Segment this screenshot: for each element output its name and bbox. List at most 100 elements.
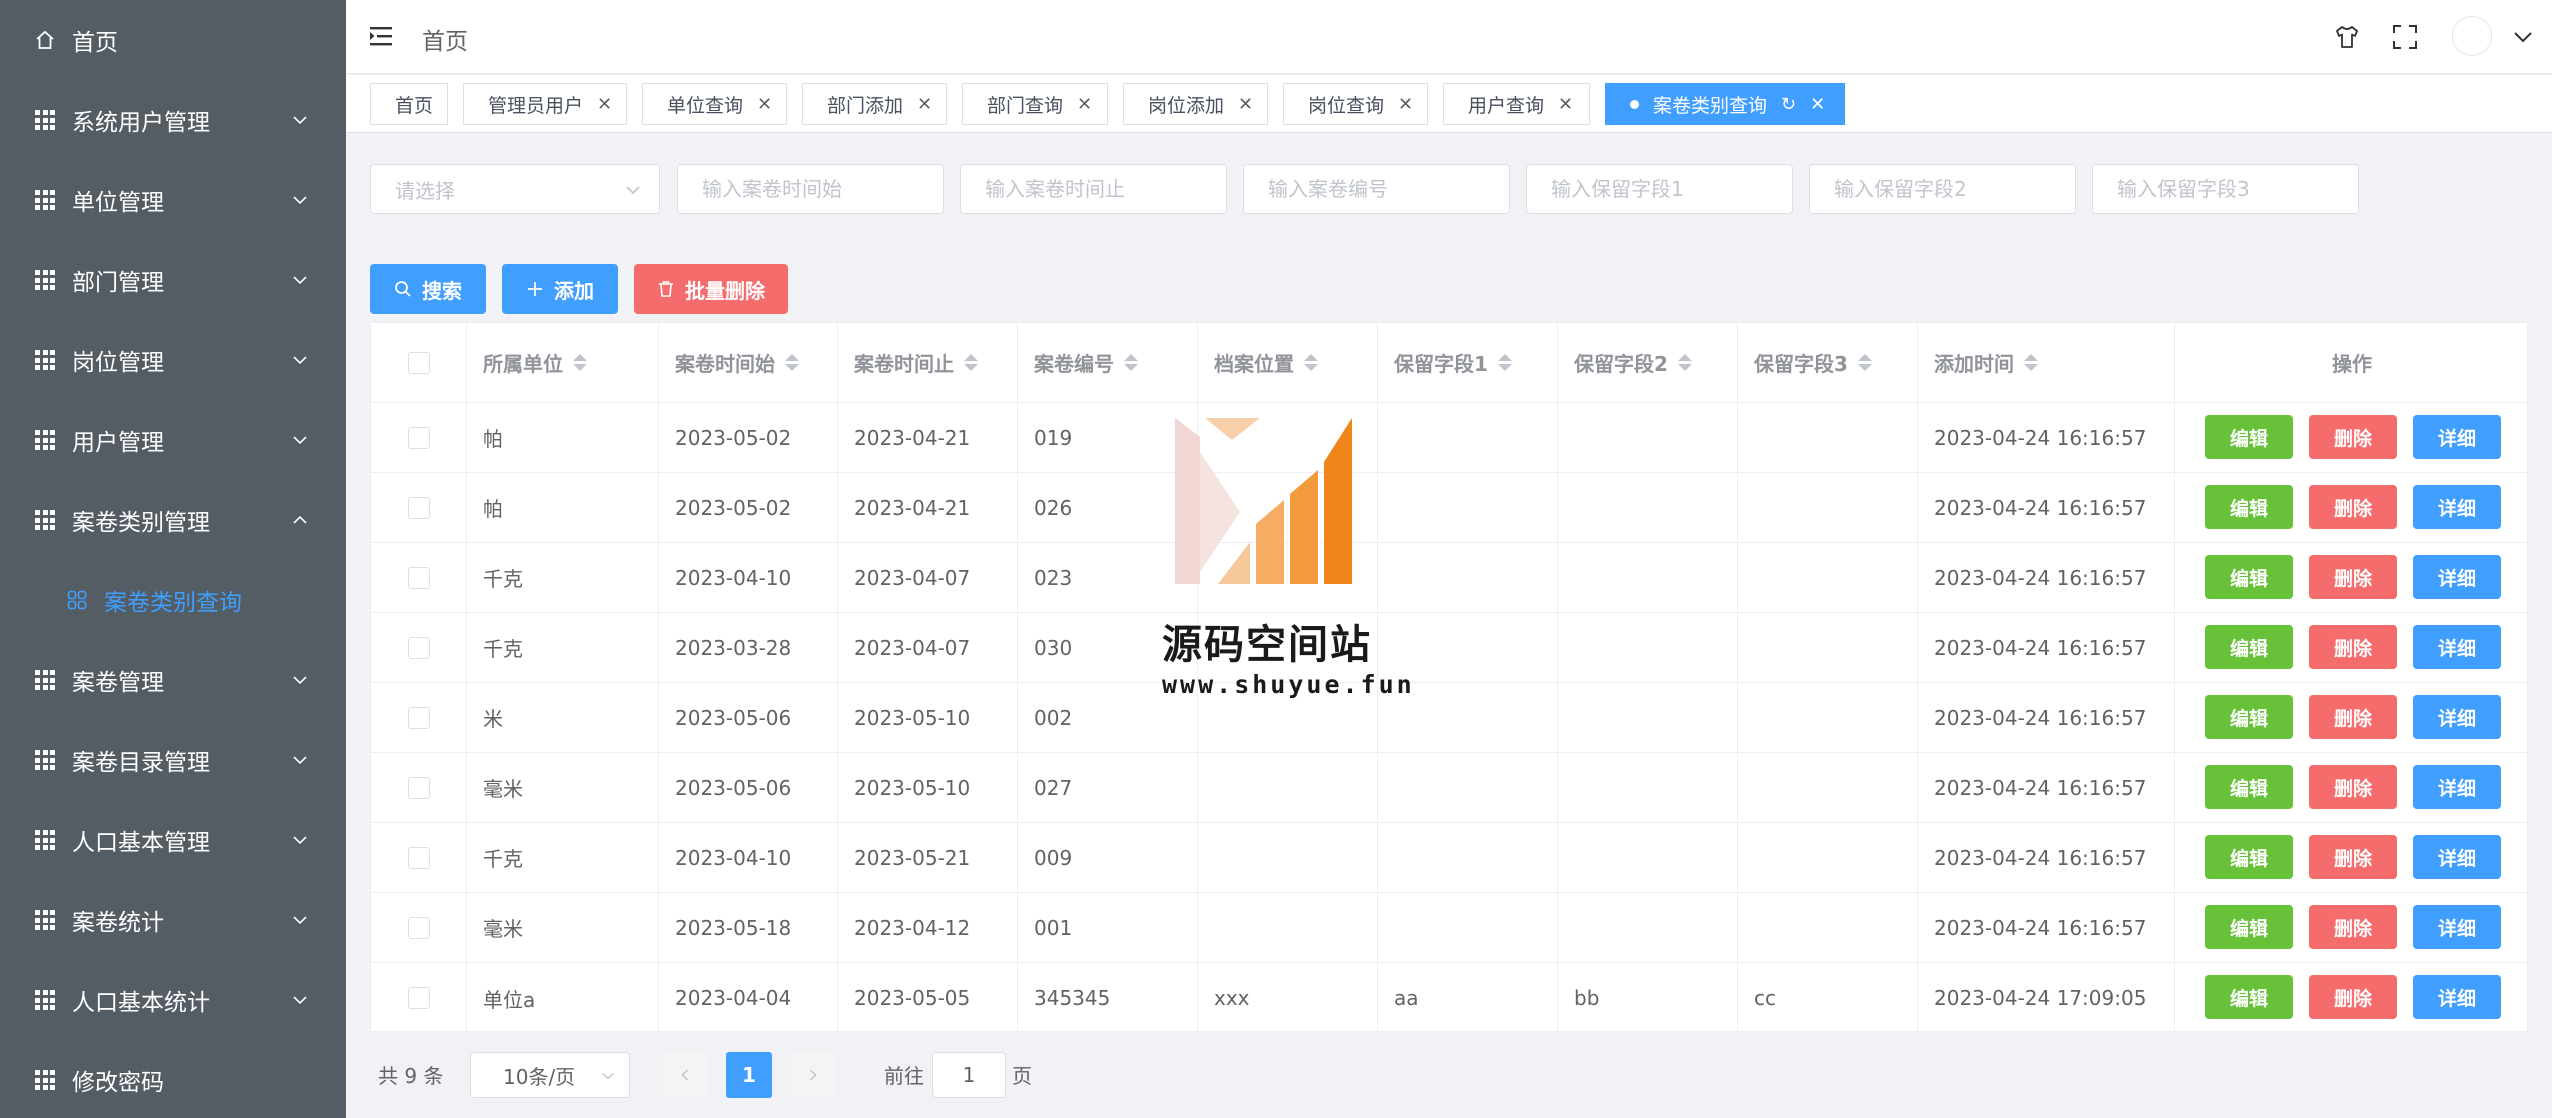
avatar[interactable] [2452, 16, 2492, 56]
sidebar-item[interactable]: 首页 [0, 0, 346, 80]
sort-icon[interactable] [2024, 354, 2038, 371]
edit-button[interactable]: 编辑 [2205, 625, 2293, 669]
close-icon[interactable]: ✕ [1558, 94, 1573, 115]
tab-tag[interactable]: 部门查询 ✕ [962, 83, 1108, 125]
detail-button[interactable]: 详细 [2413, 555, 2501, 599]
column-header[interactable]: 案卷编号 [1018, 323, 1198, 402]
close-icon[interactable]: ✕ [917, 94, 932, 115]
row-checkbox[interactable] [407, 987, 430, 1009]
delete-button[interactable]: 删除 [2309, 905, 2397, 949]
unit-select[interactable]: 请选择 [370, 164, 660, 214]
delete-button[interactable]: 删除 [2309, 765, 2397, 809]
sidebar-item[interactable]: 人口基本管理 [0, 800, 346, 880]
close-icon[interactable]: ✕ [1077, 94, 1092, 115]
time-start-field[interactable] [677, 164, 944, 214]
row-checkbox[interactable] [407, 776, 430, 799]
fullscreen-icon[interactable] [2392, 24, 2418, 50]
field2-field[interactable] [1809, 164, 2076, 214]
detail-button[interactable]: 详细 [2413, 975, 2501, 1019]
delete-button[interactable]: 删除 [2309, 695, 2397, 739]
edit-button[interactable]: 编辑 [2205, 835, 2293, 879]
page-size-select[interactable]: 10条/页 [470, 1052, 630, 1098]
detail-button[interactable]: 详细 [2413, 835, 2501, 879]
goto-page-input[interactable]: 1 [932, 1052, 1006, 1098]
tab-tag[interactable]: 单位查询 ✕ [642, 83, 787, 125]
breadcrumb[interactable]: 首页 [422, 22, 468, 56]
skin-icon[interactable] [2334, 24, 2360, 50]
edit-button[interactable]: 编辑 [2205, 765, 2293, 809]
edit-button[interactable]: 编辑 [2205, 905, 2293, 949]
detail-button[interactable]: 详细 [2413, 905, 2501, 949]
page-number-button[interactable]: 1 [726, 1052, 772, 1098]
sidebar-item[interactable]: 案卷类别管理 [0, 480, 346, 560]
sort-icon[interactable] [785, 354, 799, 371]
sidebar-item[interactable]: 案卷统计 [0, 880, 346, 960]
sidebar-item[interactable]: 案卷目录管理 [0, 720, 346, 800]
close-icon[interactable]: ✕ [597, 94, 612, 115]
number-field[interactable] [1243, 164, 1510, 214]
time-end-field[interactable] [960, 164, 1227, 214]
sort-icon[interactable] [573, 354, 587, 371]
column-header[interactable]: 保留字段1 [1378, 323, 1558, 402]
sidebar-item[interactable]: 修改密码 [0, 1040, 346, 1118]
sidebar-item[interactable]: 案卷类别查询 [0, 560, 346, 640]
field3-input[interactable] [2117, 177, 2334, 201]
field1-field[interactable] [1526, 164, 1793, 214]
detail-button[interactable]: 详细 [2413, 695, 2501, 739]
tab-tag[interactable]: 管理员用户 ✕ [463, 83, 627, 125]
delete-button[interactable]: 删除 [2309, 415, 2397, 459]
edit-button[interactable]: 编辑 [2205, 485, 2293, 529]
hamburger-icon[interactable] [370, 26, 392, 46]
time-end-input[interactable] [985, 177, 1202, 201]
column-header[interactable]: 保留字段3 [1738, 323, 1918, 402]
chevron-down-icon[interactable] [2512, 26, 2534, 48]
edit-button[interactable]: 编辑 [2205, 555, 2293, 599]
detail-button[interactable]: 详细 [2413, 415, 2501, 459]
number-input[interactable] [1268, 177, 1485, 201]
tab-tag[interactable]: 用户查询 ✕ [1443, 83, 1590, 125]
sidebar-item[interactable]: 案卷管理 [0, 640, 346, 720]
row-checkbox[interactable] [407, 706, 430, 729]
detail-button[interactable]: 详细 [2413, 625, 2501, 669]
column-header[interactable]: 案卷时间止 [838, 323, 1018, 402]
tab-tag[interactable]: 案卷类别查询 ↻ ✕ [1605, 83, 1845, 125]
row-checkbox[interactable] [407, 916, 430, 939]
select-all-checkbox[interactable] [407, 351, 430, 374]
column-header[interactable]: 案卷时间始 [659, 323, 838, 402]
delete-button[interactable]: 删除 [2309, 555, 2397, 599]
close-icon[interactable]: ✕ [1398, 94, 1413, 115]
delete-button[interactable]: 删除 [2309, 485, 2397, 529]
add-button[interactable]: 添加 [502, 264, 618, 314]
batch-delete-button[interactable]: 批量删除 [634, 264, 788, 314]
sort-icon[interactable] [1857, 354, 1872, 371]
column-header[interactable]: 所属单位 [467, 323, 659, 402]
sidebar-item[interactable]: 用户管理 [0, 400, 346, 480]
close-icon[interactable]: ✕ [757, 94, 772, 115]
sort-icon[interactable] [1677, 354, 1692, 371]
field3-field[interactable] [2092, 164, 2359, 214]
delete-button[interactable]: 删除 [2309, 975, 2397, 1019]
detail-button[interactable]: 详细 [2413, 485, 2501, 529]
row-checkbox[interactable] [407, 846, 430, 869]
sidebar-item[interactable]: 单位管理 [0, 160, 346, 240]
refresh-icon[interactable]: ↻ [1781, 94, 1796, 115]
sort-icon[interactable] [964, 354, 978, 371]
search-button[interactable]: 搜索 [370, 264, 486, 314]
tab-tag[interactable]: 首页 [370, 83, 448, 125]
time-start-input[interactable] [702, 177, 919, 201]
sort-icon[interactable] [1497, 354, 1512, 371]
sort-icon[interactable] [1124, 354, 1138, 371]
edit-button[interactable]: 编辑 [2205, 415, 2293, 459]
prev-page-button[interactable] [662, 1052, 708, 1098]
row-checkbox[interactable] [407, 496, 430, 519]
sidebar-item[interactable]: 人口基本统计 [0, 960, 346, 1040]
column-header[interactable]: 档案位置 [1198, 323, 1378, 402]
edit-button[interactable]: 编辑 [2205, 975, 2293, 1019]
row-checkbox[interactable] [407, 636, 430, 659]
close-icon[interactable]: ✕ [1238, 94, 1253, 115]
sort-icon[interactable] [1304, 354, 1318, 371]
tab-tag[interactable]: 岗位查询 ✕ [1283, 83, 1428, 125]
next-page-button[interactable] [790, 1052, 836, 1098]
field2-input[interactable] [1834, 177, 2051, 201]
edit-button[interactable]: 编辑 [2205, 695, 2293, 739]
